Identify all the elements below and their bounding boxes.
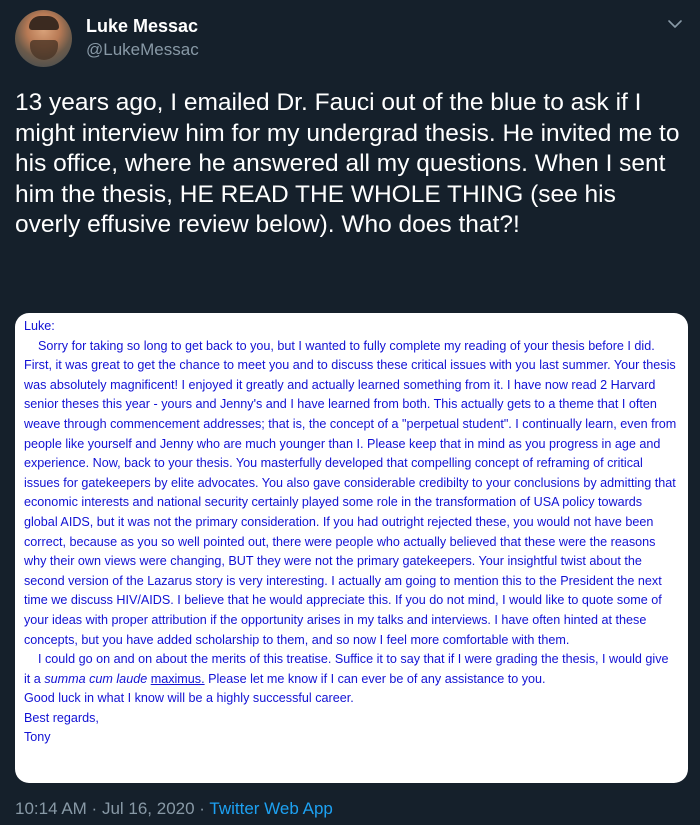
email-signature: Tony bbox=[24, 730, 51, 745]
tweet-time[interactable]: 10:14 AM bbox=[15, 799, 87, 818]
chevron-down-icon[interactable] bbox=[665, 14, 685, 34]
email-closing: Best regards, bbox=[24, 710, 99, 725]
meta-separator: · bbox=[86, 799, 102, 818]
author-handle[interactable]: @LukeMessac bbox=[86, 40, 199, 60]
email-paragraph-2-end: Please let me know if I can ever be of a… bbox=[204, 671, 546, 686]
email-good-luck: Good luck in what I know will be a highl… bbox=[24, 691, 354, 706]
email-greeting: Luke: bbox=[24, 319, 55, 333]
email-paragraph-2: I could go on and on about the merits of… bbox=[24, 650, 678, 689]
email-italic-phrase: summa cum laude bbox=[44, 671, 148, 686]
tweet-meta: 10:14 AM · Jul 16, 2020 · Twitter Web Ap… bbox=[15, 799, 333, 819]
email-paragraph-1: Sorry for taking so long to get back to … bbox=[24, 338, 677, 647]
tweet-date[interactable]: Jul 16, 2020 bbox=[102, 799, 195, 818]
email-underlined-word: maximus. bbox=[150, 671, 205, 686]
author-name[interactable]: Luke Messac bbox=[86, 16, 198, 37]
meta-separator: · bbox=[194, 799, 210, 818]
tweet-source-link[interactable]: Twitter Web App bbox=[209, 799, 332, 818]
tweet-text: 13 years ago, I emailed Dr. Fauci out of… bbox=[15, 89, 687, 238]
email-image[interactable]: Luke: Sorry for taking so long to get ba… bbox=[15, 313, 688, 783]
avatar[interactable] bbox=[15, 10, 72, 67]
tweet-header: Luke Messac @LukeMessac bbox=[15, 10, 685, 70]
